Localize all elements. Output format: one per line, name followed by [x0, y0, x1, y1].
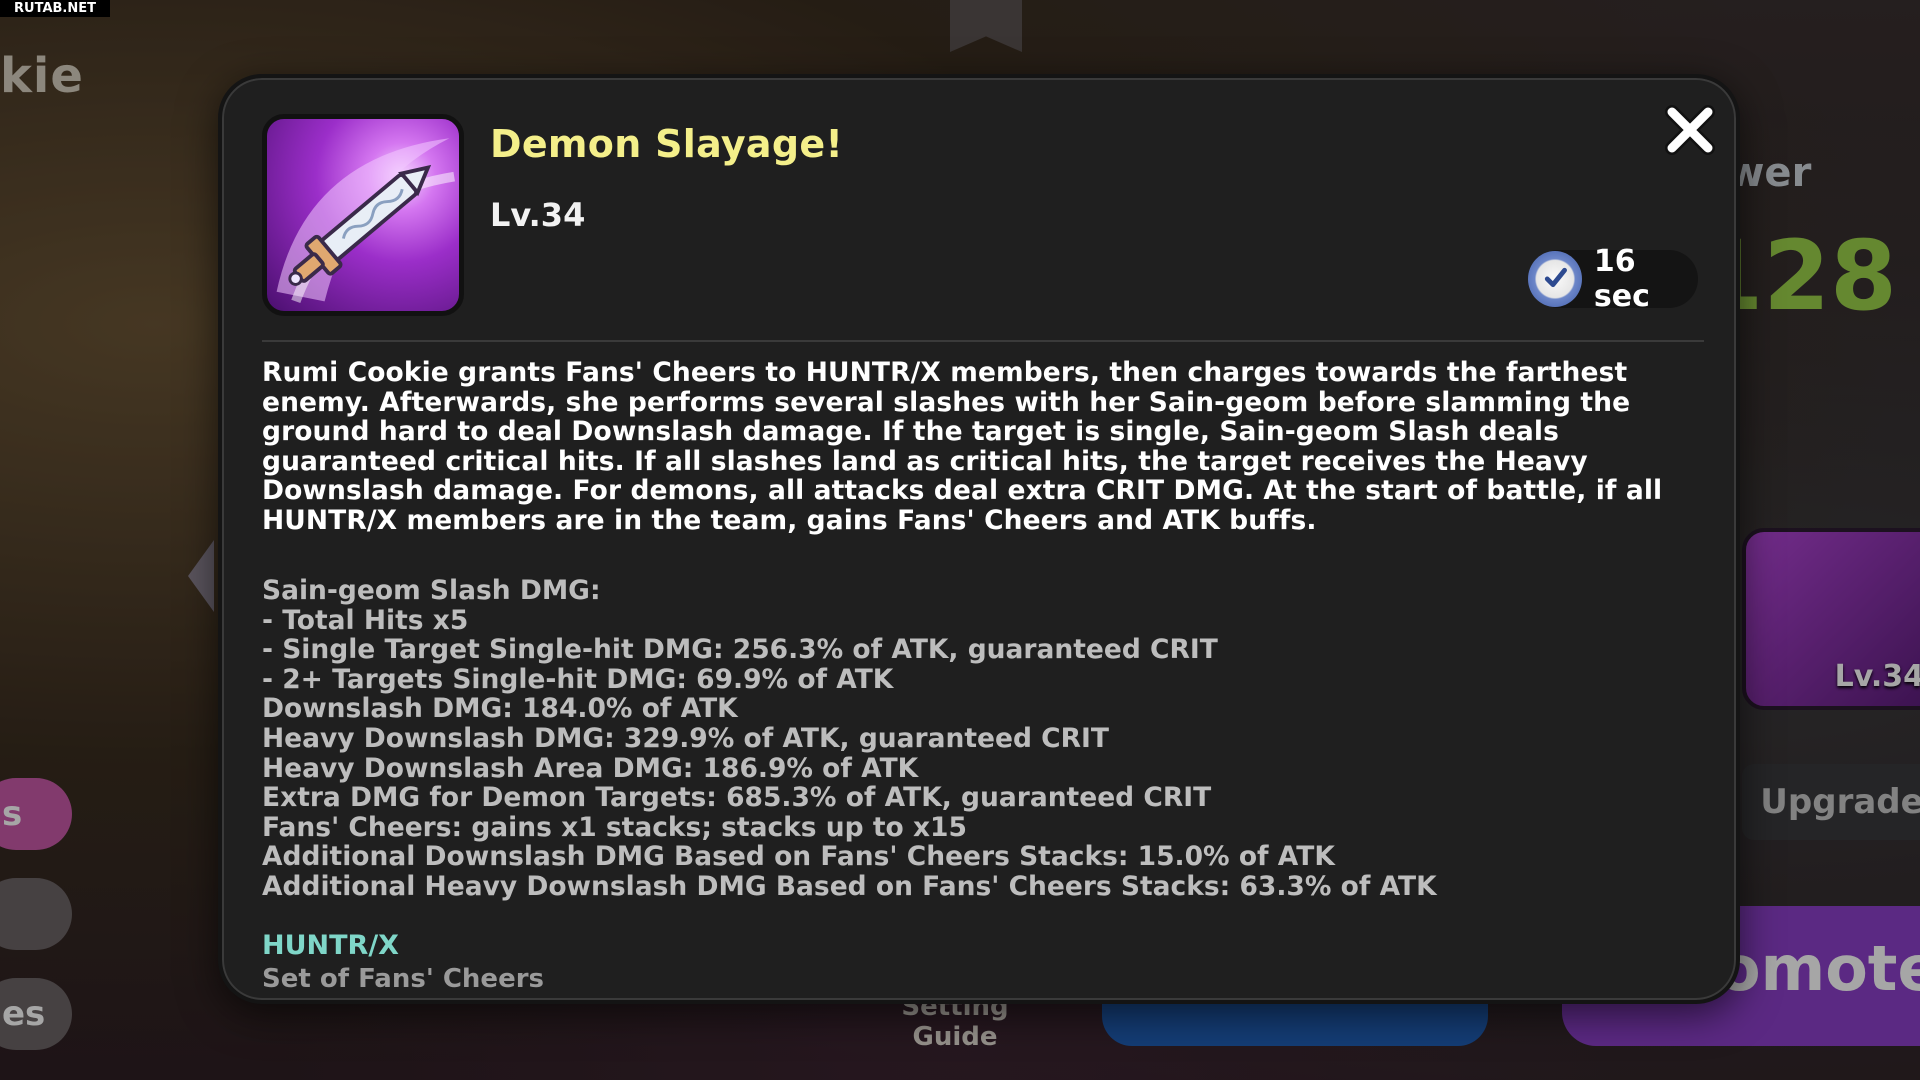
stat-line: - Single Target Single-hit DMG: 256.3% o…	[262, 634, 1218, 666]
stat-line: - 2+ Targets Single-hit DMG: 69.9% of AT…	[262, 663, 894, 695]
divider	[262, 340, 1704, 342]
clock-icon	[1528, 251, 1582, 307]
stat-line: Heavy Downslash DMG: 329.9% of ATK, guar…	[262, 722, 1109, 754]
section-text-cut: Set of Fans' Cheers	[262, 964, 545, 994]
stat-line: Additional Heavy Downslash DMG Based on …	[262, 870, 1437, 902]
watermark: RUTAB.NET	[0, 0, 110, 17]
close-button[interactable]	[1662, 102, 1718, 158]
stat-line: Downslash DMG: 184.0% of ATK	[262, 693, 738, 725]
cooldown-value: 16 sec	[1593, 244, 1650, 314]
stat-line: Fans' Cheers: gains x1 stacks; stacks up…	[262, 811, 967, 843]
stat-line: Sain-geom Slash DMG:	[262, 575, 601, 606]
skill-info-modal: Demon Slayage! Lv.34 16 sec Rumi Cookie …	[218, 74, 1740, 1004]
stat-line: Extra DMG for Demon Targets: 685.3% of A…	[262, 782, 1212, 814]
close-icon[interactable]	[1662, 102, 1718, 158]
skill-stats-list: Sain-geom Slash DMG: - Total Hits x5 - S…	[262, 576, 1712, 902]
skill-name: Demon Slayage!	[490, 122, 844, 166]
stat-line: Additional Downslash DMG Based on Fans' …	[262, 841, 1335, 873]
skill-level: Lv.34	[490, 196, 586, 234]
sword-slash-icon	[262, 114, 464, 316]
stat-line: Heavy Downslash Area DMG: 186.9% of ATK	[262, 752, 919, 784]
section-title-huntrx: HUNTR/X	[262, 930, 400, 961]
skill-description: Rumi Cookie grants Fans' Cheers to HUNTR…	[262, 357, 1663, 536]
cooldown-badge: 16 sec	[1528, 244, 1698, 314]
stat-line: - Total Hits x5	[262, 604, 469, 636]
